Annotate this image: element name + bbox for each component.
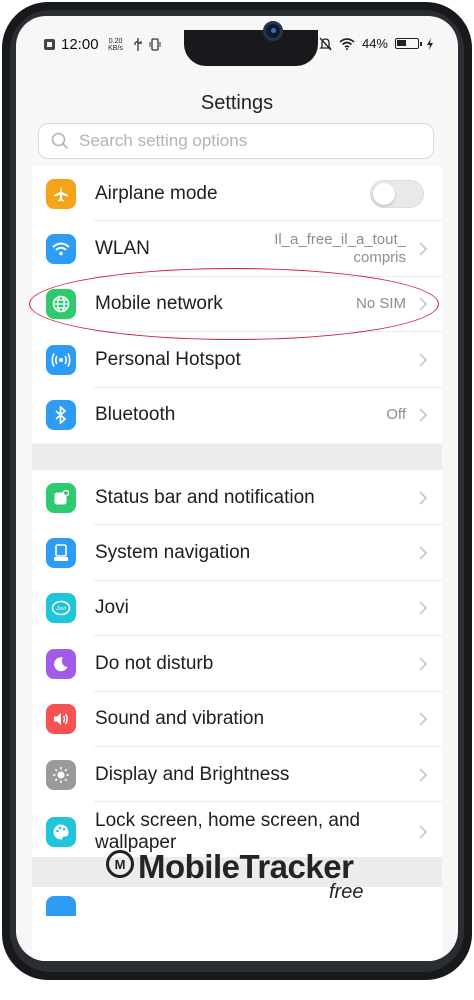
settings-item-display-brightness[interactable]: Display and Brightness (32, 747, 442, 803)
moon-icon (46, 648, 76, 679)
watermark: M MobileTracker free (104, 848, 384, 908)
globe-icon (46, 289, 76, 320)
usb-icon (133, 38, 142, 51)
airplane-mode-toggle[interactable] (370, 179, 424, 208)
settings-item-status-bar-notification[interactable]: Status bar and notification (32, 470, 442, 526)
hotspot-icon (46, 344, 76, 375)
speaker-icon (46, 704, 76, 735)
wifi-icon (46, 234, 76, 265)
settings-item-label: Jovi (95, 597, 129, 619)
settings-item-label: WLAN (95, 238, 150, 260)
jovi-badge-text: Jovi (55, 606, 67, 612)
wifi-icon (339, 37, 355, 50)
settings-item-label: Sound and vibration (95, 708, 265, 730)
chevron-right-icon (419, 657, 428, 671)
speed-unit: KB/s (108, 44, 123, 52)
airplane-icon (46, 178, 76, 209)
settings-item-wlan[interactable]: WLAN Il_a_free_il_a_tout_ compris (32, 221, 442, 277)
front-camera (263, 21, 283, 41)
chevron-right-icon (419, 768, 428, 782)
settings-item-do-not-disturb[interactable]: Do not disturb (32, 636, 442, 692)
settings-item-label: Airplane mode (95, 182, 218, 204)
value-line: Il_a_free_il_a_tout_ (274, 231, 406, 249)
notch (184, 30, 318, 66)
settings-item-bluetooth[interactable]: Bluetooth Off (32, 388, 442, 443)
close-box-icon (44, 39, 55, 50)
chevron-right-icon (419, 242, 428, 256)
value-line: compris (353, 249, 406, 267)
screen: 12:00 0.20 KB/s 44% Settings Search sett… (16, 16, 458, 961)
vibrate-icon (149, 38, 161, 51)
network-speed: 0.20 KB/s (105, 38, 127, 52)
chevron-right-icon (419, 297, 428, 312)
search-bar[interactable] (38, 123, 434, 159)
settings-item-airplane-mode[interactable]: Airplane mode (32, 166, 442, 222)
status-time: 12:00 (61, 36, 99, 53)
battery-icon (395, 38, 422, 49)
chevron-right-icon (419, 353, 428, 367)
settings-item-label: System navigation (95, 542, 251, 564)
jovi-icon: Jovi (46, 593, 76, 624)
chevron-right-icon (419, 546, 428, 560)
watermark-logo: M (106, 850, 134, 878)
battery-percent: 44% (361, 36, 388, 51)
settings-group-system: Status bar and notification System navig… (32, 470, 442, 863)
settings-item-label: Personal Hotspot (95, 348, 241, 370)
watermark-text: MobileTracker (138, 848, 354, 885)
notification-icon (46, 482, 76, 513)
settings-item-personal-hotspot[interactable]: Personal Hotspot (32, 332, 442, 388)
settings-item-label: Bluetooth (95, 404, 176, 426)
settings-item-mobile-network[interactable]: Mobile network No SIM (32, 277, 442, 333)
page-title: Settings (200, 92, 274, 114)
mobile-network-status: No SIM (355, 295, 406, 313)
settings-item-sound-vibration[interactable]: Sound and vibration (32, 692, 442, 747)
wlan-network-name: Il_a_free_il_a_tout_ compris (274, 231, 406, 267)
settings-item-jovi[interactable]: Jovi Jovi (32, 581, 442, 637)
navigation-icon (46, 538, 76, 569)
brightness-icon (46, 759, 76, 790)
label-line: Lock screen, home screen, and (95, 810, 361, 832)
bluetooth-icon (46, 400, 76, 431)
chevron-right-icon (419, 601, 428, 616)
settings-item-label: Mobile network (95, 293, 223, 315)
chevron-right-icon (419, 491, 428, 505)
search-input[interactable] (79, 131, 399, 151)
bluetooth-status: Off (386, 406, 406, 424)
chevron-right-icon (419, 825, 428, 839)
mute-icon (319, 37, 332, 50)
chevron-right-icon (419, 408, 428, 422)
partial-icon (46, 896, 76, 916)
chevron-right-icon (419, 712, 428, 726)
search-icon (51, 132, 69, 150)
settings-item-label: Display and Brightness (95, 763, 290, 785)
section-separator (32, 444, 442, 470)
watermark-sub: free (329, 881, 364, 903)
settings-item-system-navigation[interactable]: System navigation (32, 525, 442, 581)
settings-item-label: Do not disturb (95, 652, 214, 674)
speed-value: 0.20 (108, 37, 123, 45)
settings-item-label: Status bar and notification (95, 486, 315, 508)
palette-icon (46, 817, 76, 848)
charging-icon (427, 37, 433, 50)
settings-group-connectivity: Airplane mode WLAN Il_a_free_il_a_tout_ … (32, 166, 442, 443)
